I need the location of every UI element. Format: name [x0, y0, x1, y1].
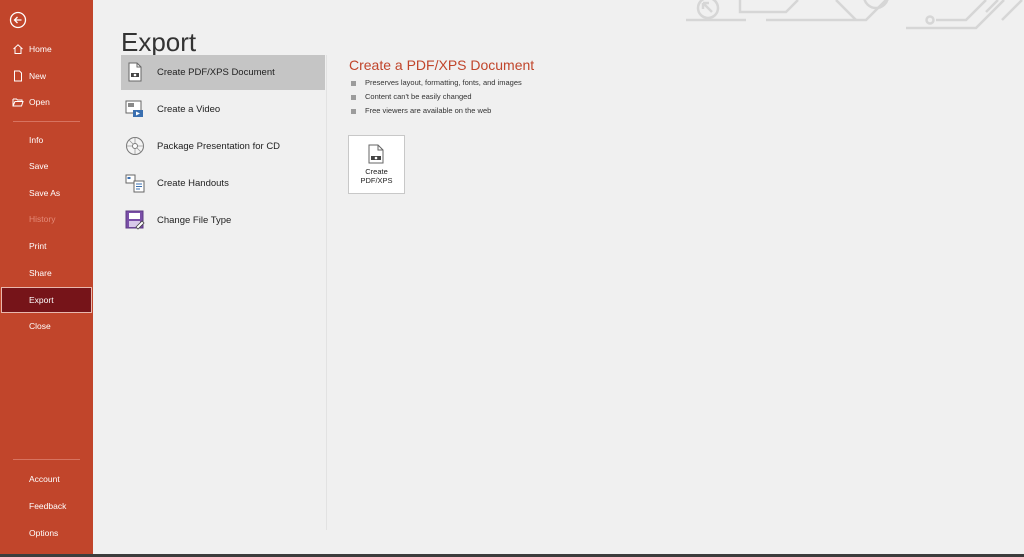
export-option-label: Create PDF/XPS Document	[157, 67, 275, 78]
pane-separator	[326, 55, 327, 530]
sidebar-item-home[interactable]: Home	[0, 36, 93, 62]
pdf-document-icon	[368, 144, 384, 164]
sidebar-item-label: Feedback	[29, 501, 67, 511]
export-option-label: Create a Video	[157, 104, 221, 115]
sidebar-item-label: Save	[29, 161, 49, 171]
export-option-create-pdf-xps[interactable]: Create PDF/XPS Document	[121, 55, 325, 90]
pdf-document-icon	[128, 62, 142, 82]
button-label-line1: Create	[365, 167, 388, 176]
sidebar-item-label: Print	[29, 241, 47, 251]
list-item: Content can't be easily changed	[351, 91, 522, 105]
sidebar-item-export[interactable]: Export	[1, 287, 92, 313]
sidebar-item-new[interactable]: New	[0, 63, 93, 89]
sidebar-item-print[interactable]: Print	[0, 233, 93, 259]
detail-title: Create a PDF/XPS Document	[349, 57, 535, 73]
circuit-decoration	[686, 0, 1023, 30]
back-arrow-icon[interactable]	[9, 11, 27, 29]
create-pdf-xps-label: Create PDF/XPS	[349, 167, 404, 185]
sidebar-item-options[interactable]: Options	[0, 520, 93, 546]
sidebar-item-label: Save As	[29, 188, 61, 198]
create-pdf-xps-button[interactable]: Create PDF/XPS	[348, 135, 405, 194]
sidebar-item-label: History	[29, 214, 56, 224]
sidebar-item-label: New	[29, 71, 47, 81]
sidebar-item-info[interactable]: Info	[0, 127, 93, 153]
page-title: Export	[121, 27, 197, 58]
video-icon	[125, 100, 143, 117]
cd-icon	[126, 137, 144, 155]
sidebar-item-history: History	[0, 206, 93, 232]
sidebar-divider	[13, 121, 80, 122]
sidebar-item-label: Share	[29, 268, 52, 278]
home-icon	[13, 44, 23, 54]
button-label-line2: PDF/XPS	[360, 176, 393, 185]
sidebar-item-open[interactable]: Open	[0, 89, 93, 115]
handouts-icon	[125, 174, 145, 193]
sidebar-item-save-as[interactable]: Save As	[0, 180, 93, 206]
backstage-sidebar: Home New Open Info Save Save As History …	[0, 0, 93, 557]
export-option-package-cd[interactable]: Package Presentation for CD	[121, 129, 325, 164]
export-option-label: Create Handouts	[157, 178, 229, 189]
sidebar-item-label: Account	[29, 474, 60, 484]
sidebar-item-label: Close	[29, 321, 51, 331]
sidebar-divider	[13, 459, 80, 460]
sidebar-item-save[interactable]: Save	[0, 153, 93, 179]
export-option-label: Package Presentation for CD	[157, 141, 281, 152]
sidebar-item-label: Export	[29, 295, 54, 305]
list-item: Free viewers are available on the web	[351, 105, 522, 119]
sidebar-item-account[interactable]: Account	[0, 466, 93, 492]
new-file-icon	[14, 70, 22, 82]
list-item: Preserves layout, formatting, fonts, and…	[351, 77, 522, 91]
export-option-create-video[interactable]: Create a Video	[121, 92, 325, 127]
open-folder-icon	[12, 98, 24, 107]
change-file-type-icon	[125, 210, 145, 230]
detail-bullets: Preserves layout, formatting, fonts, and…	[351, 77, 522, 119]
sidebar-item-close[interactable]: Close	[0, 313, 93, 339]
sidebar-item-feedback[interactable]: Feedback	[0, 493, 93, 519]
export-option-create-handouts[interactable]: Create Handouts	[121, 166, 325, 201]
sidebar-item-label: Options	[29, 528, 59, 538]
sidebar-item-label: Open	[29, 97, 50, 107]
sidebar-item-label: Info	[29, 135, 44, 145]
export-option-label: Change File Type	[157, 215, 232, 226]
export-option-change-file-type[interactable]: Change File Type	[121, 203, 325, 238]
sidebar-item-share[interactable]: Share	[0, 260, 93, 286]
sidebar-item-label: Home	[29, 44, 52, 54]
